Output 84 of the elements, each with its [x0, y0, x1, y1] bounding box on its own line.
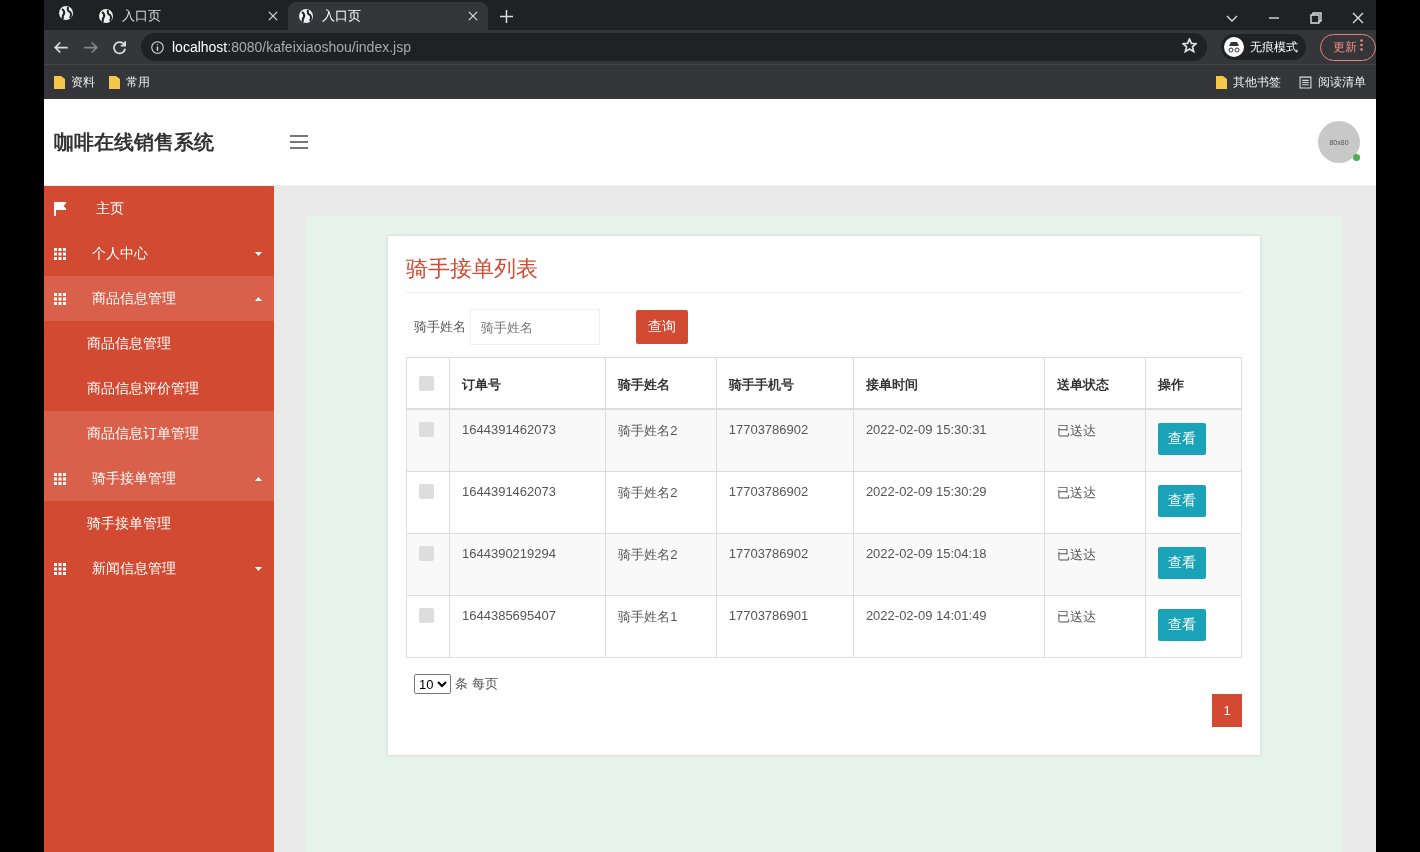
bookmark[interactable]: 资料 — [54, 73, 95, 91]
table-cell: 已送达 — [1044, 595, 1146, 658]
table-cell: 2022-02-09 14:01:49 — [853, 595, 1045, 658]
close-icon[interactable] — [1352, 12, 1364, 24]
other-bookmarks[interactable]: 其他书签 — [1216, 73, 1281, 91]
table-cell: 1644391462073 — [449, 409, 606, 472]
search-field[interactable]: 骑手姓名 — [470, 309, 600, 345]
row-checkbox[interactable] — [419, 608, 434, 623]
row-checkbox[interactable] — [419, 546, 434, 561]
sidebar-subitem[interactable]: 骑手接单管理 — [44, 501, 274, 546]
grid-icon — [54, 292, 66, 305]
browser-tab[interactable]: 入口页 — [288, 2, 488, 30]
incognito-badge[interactable]: 无痕模式 — [1220, 34, 1306, 60]
sidebar-subitem[interactable]: 商品信息评价管理 — [44, 366, 274, 411]
incognito-icon — [1223, 37, 1244, 57]
table-cell: 17703786901 — [716, 595, 854, 658]
row-checkbox[interactable] — [419, 484, 434, 499]
caret-icon — [255, 296, 262, 301]
bookmark[interactable]: 常用 — [109, 73, 150, 91]
url-text: localhost:8080/kafeixiaoshou/index.jsp — [172, 39, 411, 55]
sidebar-item[interactable]: 新闻信息管理 — [44, 546, 274, 591]
info-icon — [151, 40, 164, 54]
grid-icon — [54, 472, 66, 485]
grid-icon — [54, 562, 66, 575]
flag-icon — [54, 201, 66, 216]
sidebar-item[interactable]: 主页 — [44, 186, 274, 231]
search-button[interactable]: 查询 — [636, 310, 688, 344]
list-icon — [1299, 75, 1312, 89]
table-cell: 已送达 — [1044, 409, 1146, 472]
folder-icon — [54, 75, 65, 89]
globe-icon — [58, 5, 74, 21]
caret-icon — [255, 251, 262, 256]
panel-title: 骑手接单列表 — [406, 254, 1242, 293]
table-cell: 17703786902 — [716, 471, 854, 534]
table-cell: 已送达 — [1044, 533, 1146, 596]
view-button[interactable]: 查看 — [1158, 547, 1207, 579]
globe-icon — [98, 8, 114, 24]
table-cell: 1644390219294 — [449, 533, 606, 596]
view-button[interactable]: 查看 — [1158, 423, 1207, 455]
search-label: 骑手姓名 — [414, 318, 466, 336]
table-cell: 1644385695407 — [449, 595, 606, 658]
table-cell: 骑手姓名2 — [605, 409, 717, 472]
restore-icon[interactable] — [1310, 12, 1322, 24]
table-cell: 2022-02-09 15:30:31 — [853, 409, 1045, 472]
folder-icon — [109, 75, 120, 89]
sidebar-item[interactable]: 骑手接单管理 — [44, 456, 274, 501]
view-button[interactable]: 查看 — [1158, 485, 1207, 517]
table-cell: 17703786902 — [716, 533, 854, 596]
folder-icon — [1216, 75, 1227, 89]
caret-icon — [255, 476, 262, 481]
caret-icon — [255, 566, 262, 571]
page-size-label: 条 每页 — [455, 675, 498, 693]
reload-icon[interactable] — [112, 39, 127, 55]
row-checkbox[interactable] — [419, 422, 434, 437]
sidebar-item[interactable]: 商品信息管理 — [44, 276, 274, 321]
kebab-icon — [1360, 38, 1363, 51]
table-cell: 2022-02-09 15:04:18 — [853, 533, 1045, 596]
forward-icon[interactable] — [83, 39, 98, 55]
app-title: 咖啡在线销售系统 — [54, 129, 215, 155]
grid-icon — [54, 247, 66, 260]
back-icon[interactable] — [54, 39, 69, 55]
table-cell: 骑手姓名1 — [605, 595, 717, 658]
star-icon[interactable] — [1181, 37, 1197, 53]
sidebar-subitem[interactable]: 商品信息订单管理 — [44, 411, 274, 456]
select-all-checkbox[interactable] — [419, 376, 434, 391]
table-cell: 2022-02-09 15:30:29 — [853, 471, 1045, 534]
close-icon[interactable] — [468, 11, 478, 21]
globe-icon — [298, 8, 314, 24]
browser-tab[interactable]: 入口页 — [88, 2, 288, 30]
table-cell: 骑手姓名2 — [605, 533, 717, 596]
page-size-select[interactable]: 10 — [414, 674, 451, 694]
reading-list[interactable]: 阅读清单 — [1299, 73, 1366, 91]
sidebar-item[interactable]: 个人中心 — [44, 231, 274, 276]
table-cell: 骑手姓名2 — [605, 471, 717, 534]
sidebar-subitem[interactable]: 商品信息管理 — [44, 321, 274, 366]
table-cell: 17703786902 — [716, 409, 854, 472]
table-cell: 1644391462073 — [449, 471, 606, 534]
table-cell: 已送达 — [1044, 471, 1146, 534]
plus-icon[interactable] — [500, 10, 513, 23]
page-button[interactable]: 1 — [1212, 694, 1242, 727]
view-button[interactable]: 查看 — [1158, 609, 1207, 641]
close-icon[interactable] — [268, 11, 278, 21]
menu-icon[interactable] — [290, 135, 308, 149]
address-bar[interactable]: localhost:8080/kafeixiaoshou/index.jsp — [141, 33, 1207, 61]
